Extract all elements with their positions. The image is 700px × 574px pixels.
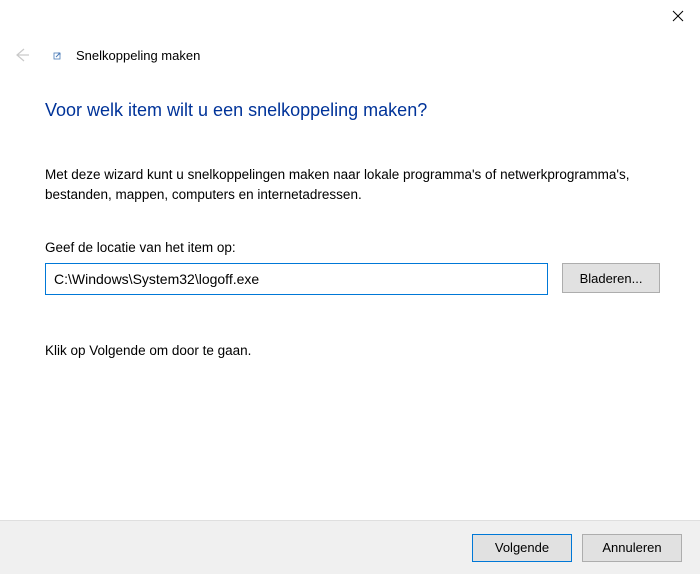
shortcut-icon: [52, 49, 64, 61]
wizard-header: Snelkoppeling maken: [10, 44, 200, 66]
window-title: Snelkoppeling maken: [76, 48, 200, 63]
close-button[interactable]: [670, 8, 686, 24]
next-instruction: Klik op Volgende om door te gaan.: [45, 343, 660, 358]
next-button[interactable]: Volgende: [472, 534, 572, 562]
page-description: Met deze wizard kunt u snelkoppelingen m…: [45, 165, 660, 204]
wizard-footer: Volgende Annuleren: [0, 520, 700, 574]
cancel-button[interactable]: Annuleren: [582, 534, 682, 562]
browse-button[interactable]: Bladeren...: [562, 263, 660, 293]
wizard-content: Voor welk item wilt u een snelkoppeling …: [45, 100, 660, 358]
location-input[interactable]: [45, 263, 548, 295]
back-button[interactable]: [10, 44, 32, 66]
page-heading: Voor welk item wilt u een snelkoppeling …: [45, 100, 660, 121]
location-input-row: Bladeren...: [45, 263, 660, 295]
location-label: Geef de locatie van het item op:: [45, 240, 660, 255]
close-icon: [672, 10, 684, 22]
back-arrow-icon: [12, 46, 30, 64]
